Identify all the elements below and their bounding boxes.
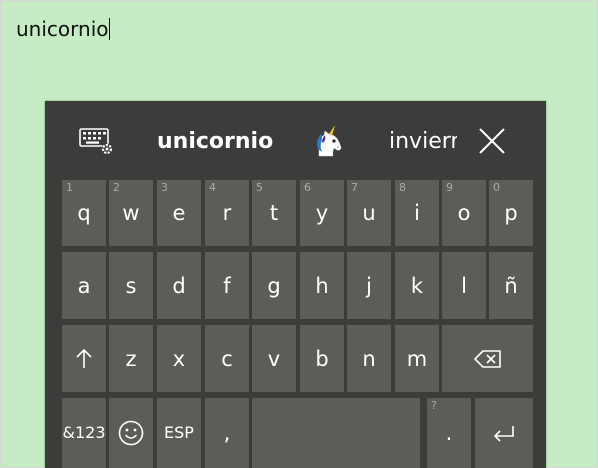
key-k[interactable]: k <box>395 252 439 319</box>
key-u[interactable]: 7u <box>347 180 391 246</box>
key-label: s <box>125 273 137 298</box>
key-o[interactable]: 9o <box>442 180 486 246</box>
key-c[interactable]: c <box>205 325 249 392</box>
language-key[interactable]: ESP <box>157 398 201 468</box>
key-f[interactable]: f <box>205 252 249 319</box>
key-label: p <box>504 201 518 225</box>
key-number-hint: 5 <box>256 181 263 194</box>
emoji-key[interactable] <box>109 398 153 468</box>
key-n-tilde[interactable]: ñ <box>489 252 533 319</box>
backspace-icon <box>473 349 501 368</box>
key-number-hint: 7 <box>351 181 358 194</box>
key-label: n <box>362 346 376 371</box>
key-label: e <box>172 201 186 225</box>
enter-icon <box>493 426 514 442</box>
key-label: g <box>267 273 281 298</box>
key-label: i <box>414 201 420 225</box>
symbols-key[interactable]: &123 <box>62 398 106 468</box>
key-label: ñ <box>504 273 518 298</box>
key-label: k <box>410 273 424 298</box>
key-label: b <box>315 346 329 371</box>
key-x[interactable]: x <box>157 325 201 392</box>
key-label: d <box>172 273 186 298</box>
shift-key[interactable] <box>62 325 106 392</box>
key-r[interactable]: 4r <box>205 180 249 246</box>
key-z[interactable]: z <box>109 325 153 392</box>
key-label: w <box>122 201 140 225</box>
key-label: . <box>445 421 453 445</box>
key-number-hint: 9 <box>446 181 453 194</box>
key-q[interactable]: 1q <box>62 180 106 246</box>
key-b[interactable]: b <box>300 325 344 392</box>
unicorn-emoji-suggestion[interactable] <box>313 125 345 159</box>
key-p[interactable]: 0p <box>489 180 533 246</box>
key-label: o <box>457 201 471 225</box>
close-icon[interactable] <box>478 127 506 155</box>
space-key[interactable] <box>252 398 420 468</box>
key-number-hint: 2 <box>113 181 120 194</box>
key-number-hint: 3 <box>161 181 168 194</box>
comma-key[interactable]: , <box>205 398 249 468</box>
suggestion-primary[interactable]: unicornio <box>157 127 273 157</box>
key-g[interactable]: g <box>252 252 296 319</box>
key-label: l <box>461 273 467 298</box>
key-l[interactable]: l <box>442 252 486 319</box>
key-t[interactable]: 5t <box>252 180 296 246</box>
key-h[interactable]: h <box>300 252 344 319</box>
key-label: r <box>222 201 232 225</box>
key-number-hint: 8 <box>399 181 406 194</box>
key-label: q <box>77 201 91 225</box>
key-label: y <box>315 201 329 225</box>
key-label: j <box>366 273 372 298</box>
key-label: x <box>172 346 186 371</box>
key-label: z <box>125 346 137 371</box>
key-label: m <box>406 346 428 371</box>
key-e[interactable]: 3e <box>157 180 201 246</box>
key-label: &123 <box>62 423 106 442</box>
key-d[interactable]: d <box>157 252 201 319</box>
period-key[interactable]: ?. <box>427 398 471 468</box>
key-w[interactable]: 2w <box>109 180 153 246</box>
smiley-icon <box>118 420 144 446</box>
key-label: t <box>269 201 279 225</box>
key-number-hint: 0 <box>493 181 500 194</box>
key-alt-hint: ? <box>431 399 437 412</box>
enter-key[interactable] <box>475 398 533 468</box>
key-v[interactable]: v <box>252 325 296 392</box>
key-label: u <box>362 201 376 225</box>
key-label: c <box>221 346 233 371</box>
key-label: v <box>267 346 281 371</box>
key-j[interactable]: j <box>347 252 391 319</box>
suggestion-bar: unicornio invierno <box>45 101 546 179</box>
key-label: a <box>77 273 91 298</box>
key-label: h <box>315 273 329 298</box>
key-number-hint: 4 <box>209 181 216 194</box>
key-label: f <box>223 273 231 298</box>
key-label: , <box>223 421 231 445</box>
shift-arrow-icon <box>76 348 92 368</box>
text-input[interactable]: unicornio <box>16 14 111 44</box>
key-i[interactable]: 8i <box>395 180 439 246</box>
text-caret <box>109 18 111 40</box>
suggestion-secondary[interactable]: invierno <box>389 127 457 157</box>
backspace-key[interactable] <box>442 325 533 392</box>
key-a[interactable]: a <box>62 252 106 319</box>
key-y[interactable]: 6y <box>300 180 344 246</box>
key-n[interactable]: n <box>347 325 391 392</box>
key-number-hint: 1 <box>66 181 73 194</box>
text-input-value: unicornio <box>16 17 109 41</box>
key-label: ESP <box>164 423 194 442</box>
touch-keyboard: unicornio invierno 1q 2w 3e 4r 5t 6y 7u … <box>45 101 546 468</box>
key-number-hint: 6 <box>304 181 311 194</box>
key-m[interactable]: m <box>395 325 439 392</box>
keyboard-settings-icon[interactable] <box>79 127 115 155</box>
key-s[interactable]: s <box>109 252 153 319</box>
